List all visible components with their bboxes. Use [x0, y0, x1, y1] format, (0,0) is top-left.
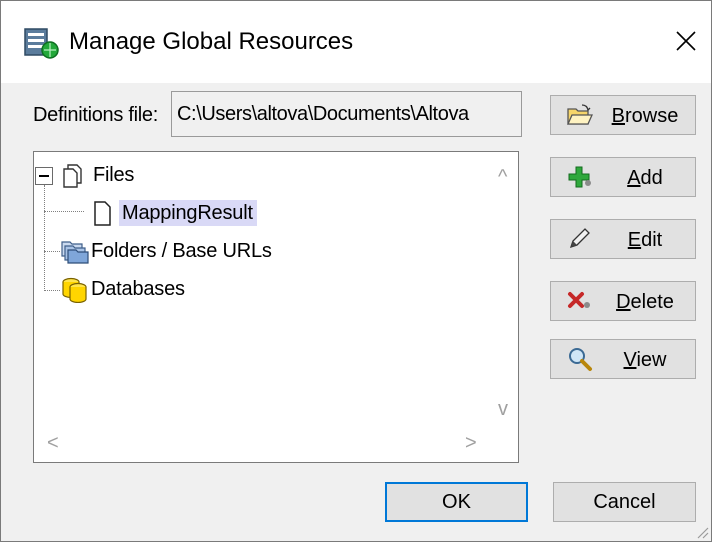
close-button[interactable]: [663, 19, 709, 63]
add-button[interactable]: Add: [550, 157, 696, 197]
file-icon: [87, 199, 119, 227]
cancel-button[interactable]: Cancel: [553, 482, 696, 522]
close-icon: [676, 31, 696, 51]
delete-label: Delete: [616, 291, 674, 313]
tree-node-databases[interactable]: Databases: [59, 275, 185, 304]
tree-node-files[interactable]: Files: [61, 161, 134, 189]
tree-node-label: MappingResult: [119, 200, 257, 226]
scroll-up-arrow[interactable]: ^: [498, 167, 507, 187]
tree-connector: [44, 211, 84, 212]
files-icon: [61, 161, 93, 189]
tree-node-mappingresult[interactable]: MappingResult: [87, 199, 257, 227]
definitions-file-label: Definitions file:: [33, 104, 158, 126]
definitions-file-field[interactable]: C:\Users\altova\Documents\Altova: [171, 91, 522, 137]
delete-button[interactable]: Delete: [550, 281, 696, 321]
tree-node-label: Databases: [91, 278, 185, 300]
scroll-down-arrow[interactable]: v: [498, 399, 508, 419]
title-bar: Manage Global Resources: [1, 1, 711, 83]
scroll-left-arrow[interactable]: <: [47, 433, 59, 453]
browse-button[interactable]: Browse: [550, 95, 696, 135]
scroll-right-arrow[interactable]: >: [465, 433, 477, 453]
tree-node-label: Files: [93, 164, 135, 186]
browse-label: Browse: [611, 105, 679, 127]
edit-label: Edit: [627, 229, 663, 251]
edit-button[interactable]: Edit: [550, 219, 696, 259]
folders-icon: [59, 237, 91, 265]
view-button[interactable]: View: [550, 339, 696, 379]
ok-button[interactable]: OK: [385, 482, 528, 522]
tree-connector: [44, 290, 60, 291]
resize-grip-icon[interactable]: [695, 525, 709, 539]
window-title: Manage Global Resources: [69, 28, 354, 55]
tree-node-folders[interactable]: Folders / Base URLs: [59, 237, 272, 265]
tree-connector: [44, 185, 45, 291]
databases-icon: [59, 275, 91, 304]
view-label: View: [623, 349, 667, 371]
tree-connector: [44, 251, 60, 252]
global-resources-icon: [24, 27, 60, 59]
add-label: Add: [627, 167, 663, 189]
manage-global-resources-dialog: Manage Global Resources Definitions file…: [0, 0, 712, 542]
files-collapse-toggle[interactable]: [35, 167, 53, 185]
resources-tree[interactable]: [33, 151, 519, 463]
tree-node-label: Folders / Base URLs: [91, 240, 272, 262]
